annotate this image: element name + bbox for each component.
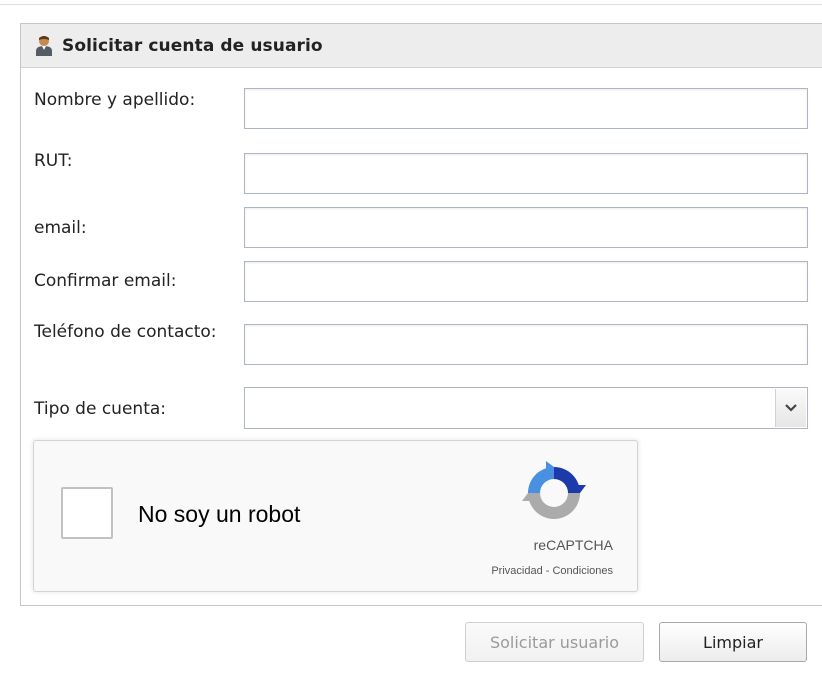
form-row-confirm-email: Confirmar email:: [21, 239, 822, 302]
recaptcha-logo-icon: [520, 459, 588, 527]
form-row-email: email:: [21, 184, 822, 248]
form-row-account-type: Tipo de cuenta:: [21, 369, 822, 429]
recaptcha-brand: reCAPTCHA: [533, 537, 613, 553]
rut-label: RUT:: [34, 151, 73, 171]
top-border: [0, 0, 822, 5]
phone-label: Teléfono de contacto:: [34, 322, 217, 342]
email-label: email:: [34, 218, 87, 238]
request-account-panel: Solicitar cuenta de usuario Nombre y ape…: [20, 23, 822, 606]
recaptcha-links[interactable]: Privacidad - Condiciones: [491, 565, 613, 577]
account-type-select[interactable]: [244, 387, 808, 429]
confirm-email-label: Confirmar email:: [34, 271, 177, 291]
phone-input[interactable]: [244, 324, 808, 365]
form-row-rut: RUT:: [21, 128, 822, 194]
recaptcha-widget: No soy un robot reCAPTCHA Privacidad - C…: [33, 440, 638, 592]
form-row-phone: Teléfono de contacto:: [21, 304, 822, 365]
panel-header: Solicitar cuenta de usuario: [21, 24, 822, 68]
recaptcha-checkbox[interactable]: [61, 487, 113, 539]
chevron-down-icon[interactable]: [775, 389, 806, 427]
user-icon: [35, 35, 53, 57]
clear-button[interactable]: Limpiar: [659, 622, 807, 662]
recaptcha-label: No soy un robot: [138, 501, 301, 527]
request-user-button[interactable]: Solicitar usuario: [465, 622, 644, 662]
panel-title: Solicitar cuenta de usuario: [62, 35, 323, 56]
name-input[interactable]: [244, 88, 808, 129]
confirm-email-input[interactable]: [244, 261, 808, 302]
form-row-name: Nombre y apellido:: [21, 68, 822, 129]
account-type-label: Tipo de cuenta:: [34, 399, 166, 419]
name-label: Nombre y apellido:: [34, 90, 196, 110]
